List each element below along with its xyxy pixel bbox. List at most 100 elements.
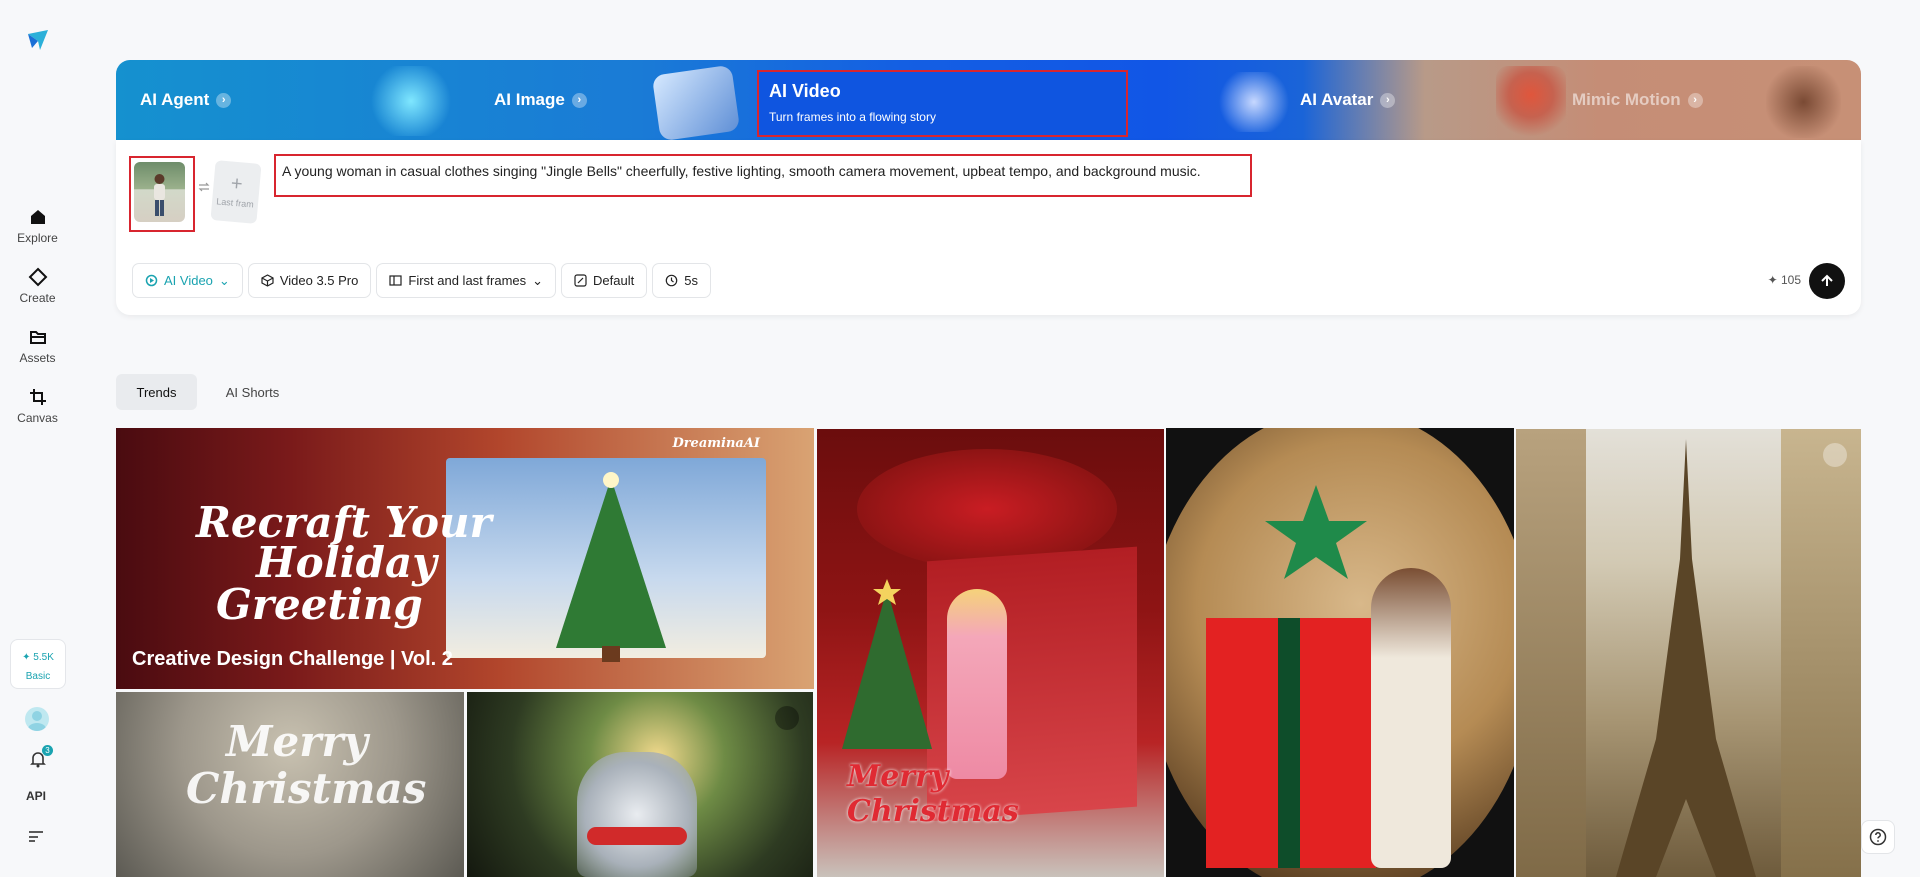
duration-select[interactable]: 5s (652, 263, 711, 298)
ribbon-image (587, 827, 687, 845)
tab-label: AI Image (494, 90, 565, 109)
aspect-ratio-select[interactable]: Default (561, 263, 648, 298)
aspect-ratio-label: Default (593, 273, 635, 288)
crop-icon (29, 389, 46, 405)
gallery-card[interactable]: Merry Christmas (817, 429, 1164, 877)
last-frame-label: Last fram (215, 196, 255, 210)
clock-icon (665, 274, 678, 287)
model-label: Video 3.5 Pro (279, 273, 359, 288)
chevron-right-icon: › (571, 92, 587, 108)
chevron-right-icon: › (1687, 92, 1703, 108)
card-script-line: Christmas (186, 764, 427, 813)
woman-figure-image (1371, 568, 1451, 868)
tab-trends[interactable]: Trends (116, 374, 197, 410)
christmas-tree-icon (842, 579, 932, 749)
frames-label: First and last frames (408, 273, 527, 288)
gallery-card[interactable] (1166, 428, 1514, 877)
video-mode-icon (145, 274, 158, 287)
chevron-down-icon: ⌄ (532, 272, 544, 288)
tab-ai-image[interactable]: AI Image › (494, 60, 587, 140)
card-script-line: Christmas (847, 794, 1019, 829)
model-select[interactable]: Video 3.5 Pro (247, 263, 372, 298)
notification-count-badge: 3 (42, 745, 53, 756)
tab-mimic-motion[interactable]: Mimic Motion › (1572, 60, 1703, 140)
avatar-illustration (1496, 66, 1566, 138)
chevron-down-icon: ⌄ (218, 272, 230, 288)
card-title: Creative Design Challenge | Vol. 2 (132, 648, 453, 670)
chevron-right-icon: › (1380, 92, 1396, 108)
folder-icon (29, 331, 46, 344)
agent-illustration (366, 66, 456, 136)
tab-label: AI Video (769, 81, 841, 101)
cost-value: 105 (1780, 273, 1801, 287)
last-frame-upload[interactable]: + Last fram (210, 160, 262, 224)
sidebar-item-assets[interactable]: Assets (0, 327, 75, 365)
person-icon (154, 174, 165, 216)
plan-label: Basic (25, 671, 51, 682)
swap-icon[interactable] (198, 182, 210, 192)
gallery-card[interactable] (1516, 429, 1861, 877)
chevron-right-icon: › (216, 92, 232, 108)
duration-label: 5s (684, 273, 698, 288)
help-button[interactable] (1861, 820, 1895, 854)
card-script-line: Greeting (216, 580, 423, 629)
tab-label: AI Avatar (1300, 90, 1374, 109)
generate-button[interactable] (1809, 263, 1845, 299)
sidebar-item-label: Assets (19, 351, 56, 365)
frames-select[interactable]: First and last frames ⌄ (376, 263, 557, 298)
tab-ai-shorts[interactable]: AI Shorts (210, 374, 295, 410)
plus-icon: + (229, 172, 244, 196)
generation-cost: ✦ 105 (1767, 273, 1801, 287)
sidebar-item-explore[interactable]: Explore (0, 207, 75, 245)
mode-select[interactable]: AI Video ⌄ (132, 263, 243, 298)
tab-ai-agent[interactable]: AI Agent › (140, 60, 232, 140)
prompt-composer: + Last fram A young woman in casual clot… (116, 140, 1861, 315)
video-illustration (1214, 72, 1294, 132)
ribbon-image (1278, 618, 1300, 868)
tab-label: AI Agent (140, 90, 210, 109)
card-script-line: Merry (226, 717, 368, 766)
mimic-illustration (1766, 66, 1841, 138)
image-illustration (651, 64, 741, 140)
tab-ai-avatar[interactable]: AI Avatar › (1300, 60, 1396, 140)
star-balloon-icon (1265, 485, 1367, 579)
sidebar-item-label: Explore (17, 231, 58, 245)
sidebar-item-label: Canvas (17, 411, 58, 425)
credits-badge[interactable]: ✦ 5.5K Basic (10, 639, 66, 689)
play-icon[interactable] (1823, 443, 1847, 467)
question-icon (1869, 828, 1887, 846)
prompt-input[interactable]: A young woman in casual clothes singing … (274, 154, 1252, 197)
tab-label: Mimic Motion (1572, 90, 1681, 109)
aspect-ratio-icon (574, 274, 587, 287)
gallery-card[interactable]: Merry Christmas (116, 692, 464, 877)
arrow-up-icon (1821, 274, 1833, 286)
eiffel-tower-icon (1616, 439, 1756, 877)
api-link[interactable]: API (26, 789, 46, 803)
building-left-image (1516, 429, 1586, 877)
christmas-tree-icon (556, 472, 666, 662)
dreamina-logo-icon[interactable] (24, 26, 52, 54)
gift-bag-image (577, 752, 697, 877)
card-script-line: Merry (847, 759, 949, 794)
doll-figure-image (947, 589, 1007, 779)
home-icon (30, 210, 45, 224)
gallery-card[interactable] (467, 692, 813, 877)
building-right-image (1781, 429, 1861, 877)
sidebar-item-label: Create (19, 291, 56, 305)
first-frame-thumbnail[interactable] (134, 162, 185, 222)
user-avatar-icon (28, 711, 46, 731)
credits-amount: 5.5K (33, 652, 54, 663)
sidebar: Explore Create Assets Canvas ✦ 5.5K Basi… (0, 0, 75, 877)
credits-value: ✦ 5.5K (22, 652, 54, 663)
play-icon[interactable] (775, 706, 799, 730)
tab-ai-video[interactable]: AI Video Turn frames into a flowing stor… (757, 70, 1128, 137)
mode-label: AI Video (164, 273, 213, 288)
sidebar-item-canvas[interactable]: Canvas (0, 387, 75, 425)
featured-challenge-card[interactable]: DreaminaAI Recraft Your Holiday Greeting… (116, 428, 814, 689)
menu-icon[interactable] (28, 830, 44, 842)
frames-icon (389, 275, 402, 286)
brand-watermark: DreaminaAI (672, 436, 760, 451)
avatar[interactable] (25, 707, 49, 731)
generation-toolbar: AI Video ⌄ Video 3.5 Pro First and last … (132, 263, 711, 298)
sidebar-item-create[interactable]: Create (0, 267, 75, 305)
